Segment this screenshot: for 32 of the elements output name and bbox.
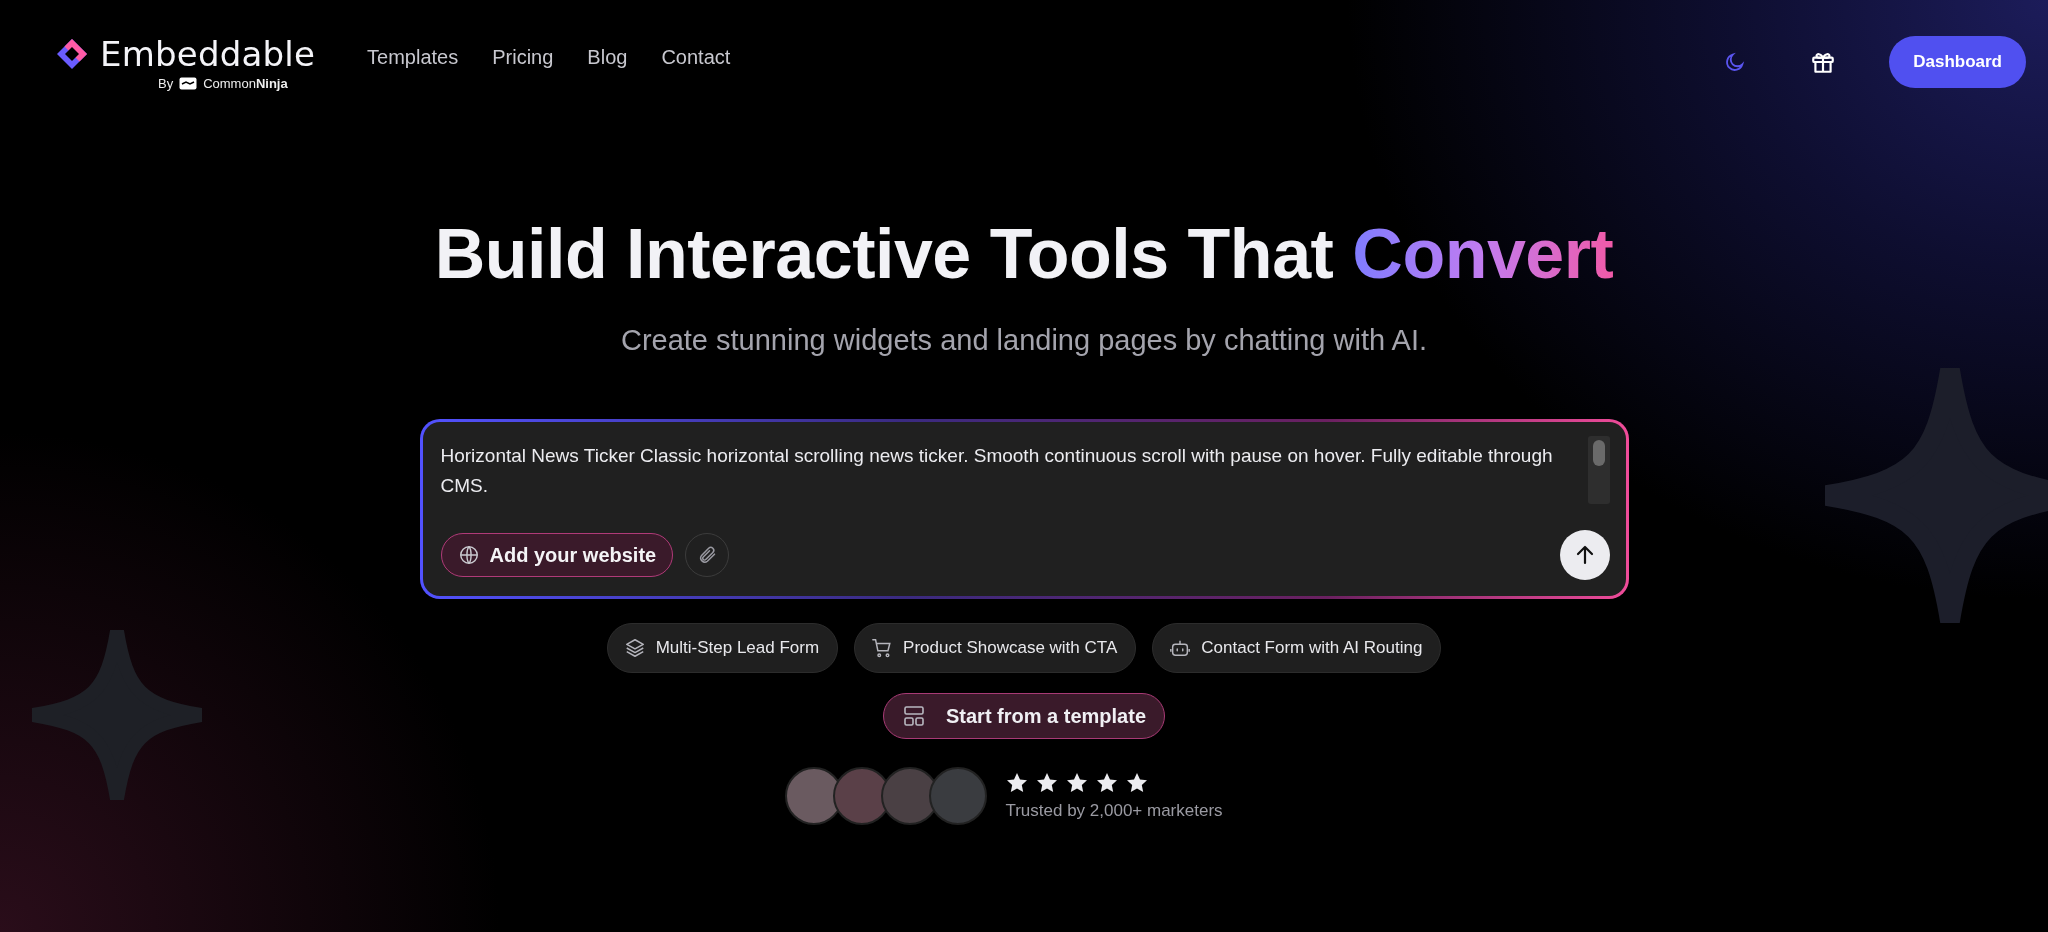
star-icon [1005,771,1030,795]
hero-headline: Build Interactive Tools That Convert [434,214,1614,294]
template-button[interactable]: Start from a template [882,693,1166,739]
nav-link[interactable]: Templates [367,45,459,69]
nav-link[interactable]: Blog [587,45,628,69]
nav-link[interactable]: Pricing [492,45,554,69]
star-icon [1065,771,1090,795]
scrollbar[interactable] [1587,436,1610,504]
ninja-logo-icon [179,76,198,90]
partner-name: CommonNinja [203,75,288,91]
moon-icon [1724,51,1747,73]
brand-name: Embeddable [100,33,316,74]
trust-caption: Trusted by 2,000+ marketers [1005,801,1223,821]
paperclip-icon [697,545,718,565]
logo-icon [56,37,88,70]
dashboard-button[interactable]: Dashboard [1889,36,2026,88]
byline: By [158,75,174,91]
suggestion-chip[interactable]: Contact Form with AI Routing [1152,623,1442,673]
nav-link[interactable]: Contact [661,45,731,69]
layers-icon [623,637,646,659]
star-icon [1125,771,1150,795]
send-button[interactable] [1559,530,1610,580]
suggestion-chip[interactable]: Product Showcase with CTA [854,623,1137,673]
suggestion-chip[interactable]: Multi-Step Lead Form [606,623,839,673]
add-website-button[interactable]: Add your website [440,533,674,577]
prompt-input[interactable]: Horizontal News Ticker Classic horizontal scrolling news ticker. Smooth continuous scroll with pause on hover. Fully editable through CMS. [440,441,1581,515]
star-icon [1095,771,1120,795]
star-icon [1035,771,1060,795]
globe-icon [457,544,480,566]
layout-icon [901,704,926,728]
hero-subtitle: Create stunning widgets and landing pages by chatting with AI. [620,324,1428,357]
cart-icon [871,637,894,659]
